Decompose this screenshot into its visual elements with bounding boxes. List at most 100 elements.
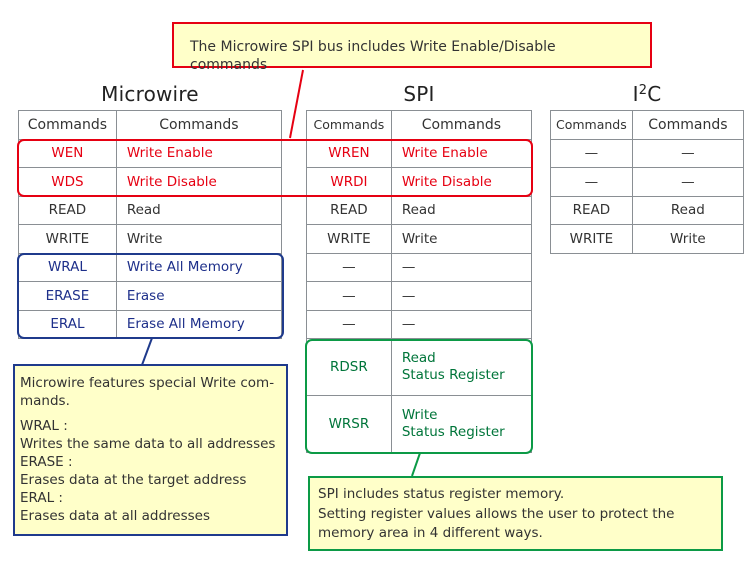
command-code: WRITE <box>18 224 117 254</box>
command-code: RDSR <box>306 338 392 396</box>
command-description-line: Write <box>401 407 438 423</box>
table-row: WRITE Write <box>18 224 283 254</box>
command-description: Write <box>390 224 533 254</box>
column-header: Commands <box>390 110 533 140</box>
callout-line: memory area in 4 different ways. <box>318 525 543 541</box>
command-description: — <box>631 167 745 197</box>
command-code: ERAL <box>18 309 117 339</box>
i2c-title: I2C <box>550 82 744 106</box>
i2c-title-sup: 2 <box>638 83 648 98</box>
command-description: — <box>390 309 533 339</box>
command-description: Read <box>390 195 533 225</box>
microwire-title: Microwire <box>101 82 199 106</box>
command-code: WDS <box>18 167 117 197</box>
microwire-callout-connector <box>141 337 153 366</box>
command-description: Write Status Register <box>390 395 533 453</box>
command-code: WRITE <box>306 224 392 254</box>
command-description: — <box>390 252 533 282</box>
command-code: WRAL <box>18 252 117 282</box>
microwire-command-table: Commands Commands WEN Write Enable WDS W… <box>18 110 283 339</box>
table-header-row: Commands Commands <box>306 110 533 140</box>
table-row: WRAL Write All Memory <box>18 252 283 282</box>
definition-term: ERAL : <box>20 490 63 506</box>
spi-callout-connector <box>411 452 421 477</box>
table-row: WRSR Write Status Register <box>306 395 533 453</box>
command-code: WRSR <box>306 395 392 453</box>
spi-title: SPI <box>403 82 435 106</box>
definition-text: Erases data at the target address <box>20 472 247 488</box>
callout-intro-line: mands. <box>20 393 70 409</box>
callout-line: Setting register values allows the user … <box>318 505 675 522</box>
table-row: ERASE Erase <box>18 281 283 311</box>
command-description: Write All Memory <box>115 252 283 282</box>
table-row: READ Read <box>18 195 283 225</box>
bus-command-comparison-diagram: The Microwire SPI bus includes Write Ena… <box>0 0 750 580</box>
command-description: Write Enable <box>390 138 533 168</box>
command-code: WRDI <box>306 167 392 197</box>
command-description: Read <box>631 195 745 225</box>
spi-status-register-callout: SPI includes status register memory. Set… <box>308 476 723 551</box>
command-code: WEN <box>18 138 117 168</box>
command-code: WREN <box>306 138 392 168</box>
definition-text: Writes the same data to all addresses <box>20 436 276 452</box>
command-description-line: Status Register <box>401 367 505 383</box>
command-code: — <box>306 309 392 339</box>
command-code: WRITE <box>550 224 633 254</box>
table-header-row: Commands Commands <box>18 110 283 140</box>
command-description: Write Disable <box>115 167 283 197</box>
command-description: Read Status Register <box>390 338 533 396</box>
top-callout-connector <box>289 69 304 139</box>
write-enable-callout-text: The Microwire SPI bus includes Write Ena… <box>190 39 556 73</box>
table-row: READ Read <box>550 195 745 225</box>
command-description: Write Disable <box>390 167 533 197</box>
command-description: Erase All Memory <box>115 309 283 339</box>
table-row: WRDI Write Disable <box>306 167 533 197</box>
command-description: Erase <box>115 281 283 311</box>
table-row: — — <box>306 281 533 311</box>
spi-command-table: Commands Commands WREN Write Enable WRDI… <box>306 110 533 453</box>
command-code: — <box>550 138 633 168</box>
command-code: — <box>306 252 392 282</box>
table-header-row: Commands Commands <box>550 110 745 140</box>
table-row: ERAL Erase All Memory <box>18 309 283 339</box>
table-row: — — <box>306 252 533 282</box>
i2c-command-table: Commands Commands — — — — READ Read WRIT… <box>550 110 745 254</box>
command-code: ERASE <box>18 281 117 311</box>
command-code: — <box>550 167 633 197</box>
table-row: WEN Write Enable <box>18 138 283 168</box>
definition-term: WRAL : <box>20 418 68 434</box>
callout-intro-line: Microwire features special Write com- <box>20 375 275 391</box>
column-header: Commands <box>115 110 283 140</box>
table-row: WDS Write Disable <box>18 167 283 197</box>
i2c-title-c: C <box>647 82 662 106</box>
column-header: Commands <box>631 110 745 140</box>
command-code: READ <box>550 195 633 225</box>
column-header: Commands <box>550 110 633 140</box>
command-description: — <box>390 281 533 311</box>
command-code: READ <box>18 195 117 225</box>
command-description-line: Status Register <box>401 424 505 440</box>
write-enable-callout: The Microwire SPI bus includes Write Ena… <box>172 22 652 73</box>
table-row: WRITE Write <box>550 224 745 254</box>
command-description: — <box>631 138 745 168</box>
command-description: Write <box>115 224 283 254</box>
column-header: Commands <box>18 110 117 140</box>
command-description: Write Enable <box>115 138 283 168</box>
definition-term: ERASE : <box>20 454 73 470</box>
command-description: Write <box>631 224 745 254</box>
table-row: READ Read <box>306 195 533 225</box>
command-code: — <box>306 281 392 311</box>
command-description-line: Read <box>401 350 436 366</box>
table-row: — — <box>550 167 745 197</box>
column-header: Commands <box>306 110 392 140</box>
definition-text: Erases data at all addresses <box>20 508 211 524</box>
callout-line: SPI includes status register memory. <box>318 486 565 502</box>
table-row: WRITE Write <box>306 224 533 254</box>
callout-definitions: WRAL : Writes the same data to all addre… <box>20 417 281 525</box>
microwire-special-commands-callout: Microwire features special Write com- ma… <box>13 364 288 536</box>
callout-intro: Microwire features special Write com- ma… <box>20 374 281 410</box>
table-row: WREN Write Enable <box>306 138 533 168</box>
command-code: READ <box>306 195 392 225</box>
table-row: RDSR Read Status Register <box>306 338 533 396</box>
command-description: Read <box>115 195 283 225</box>
